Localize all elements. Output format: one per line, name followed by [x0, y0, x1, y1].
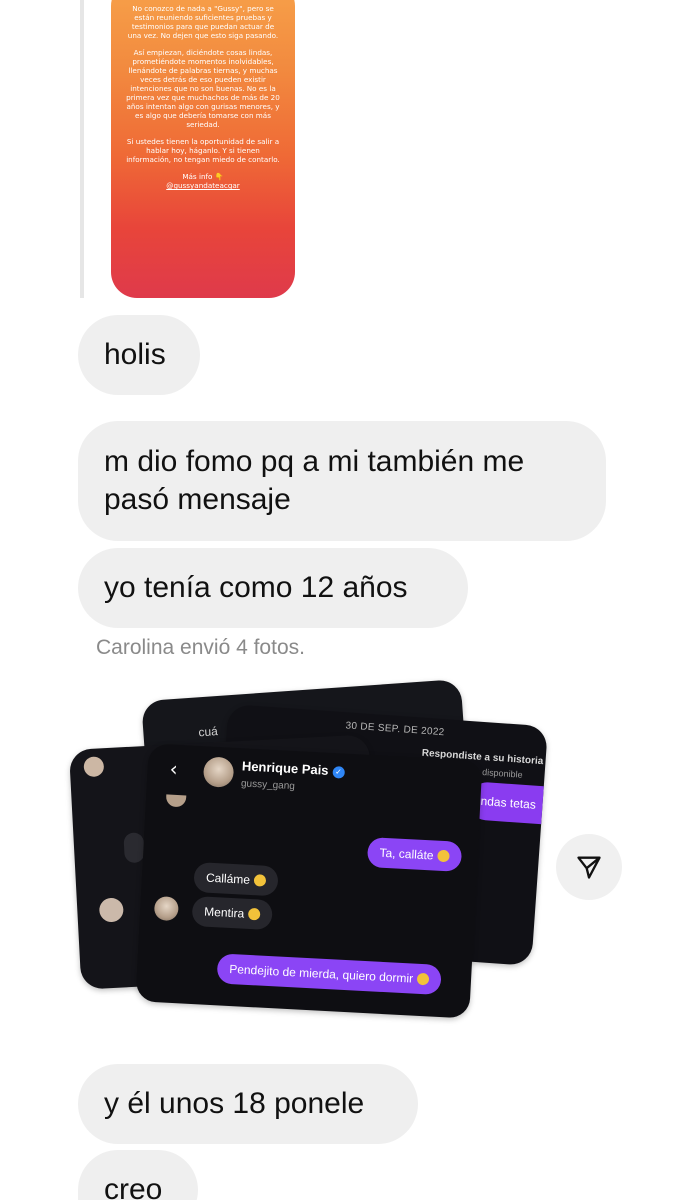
photo-thumbnail-front[interactable]: ‹ Henrique Pais ✓ gussy_gang Ta, calláte …	[135, 743, 483, 1019]
message-text: holis	[104, 338, 166, 371]
avatar	[83, 756, 105, 778]
message-text: m dio fomo pq a mi también me pasó mensa…	[104, 445, 525, 516]
contact-username: gussy_gang	[240, 778, 296, 793]
message-text: Pendejito de mierda, quiero dormir	[228, 961, 414, 986]
story-text-1: No conozco de nada a "Gussy", pero se es…	[127, 4, 279, 40]
contact-name-text: Henrique Pais	[241, 758, 329, 778]
photo-message-bubble: ndas tetas	[469, 781, 548, 827]
avatar	[153, 895, 179, 922]
avatar	[165, 794, 187, 808]
message-bubble[interactable]: creo	[78, 1150, 198, 1200]
contact-name: Henrique Pais ✓	[241, 758, 345, 779]
chat-screen: No conozco de nada a "Gussy", pero se es…	[0, 0, 699, 1200]
verified-badge-icon: ✓	[332, 766, 345, 779]
photo-message-text: ndas tetas	[480, 793, 537, 812]
story-more-info: Más info 👇	[182, 172, 224, 181]
message-bubble[interactable]: y él unos 18 ponele	[78, 1064, 418, 1144]
message-text: creo	[104, 1173, 163, 1200]
photo-text: cuá	[198, 724, 219, 740]
received-message: Calláme	[193, 861, 279, 897]
message-text: Ta, calláte	[379, 845, 434, 863]
story-text-2: Así empiezan, diciéndote cosas lindas, p…	[126, 48, 280, 129]
emoji-icon	[253, 874, 267, 887]
back-arrow-icon: ‹	[169, 756, 179, 781]
sent-message: Pendejito de mierda, quiero dormir	[216, 953, 442, 996]
message-text: Mentira	[203, 904, 245, 921]
message-bubble[interactable]: yo tenía como 12 años	[78, 548, 468, 628]
avatar	[202, 756, 235, 788]
reply-indicator-line	[80, 0, 84, 298]
message-text: y él unos 18 ponele	[104, 1087, 365, 1120]
emoji-icon	[247, 907, 261, 921]
message-bubble[interactable]: m dio fomo pq a mi también me pasó mensa…	[78, 421, 606, 541]
emoji-icon	[416, 972, 430, 986]
photos-sent-note: Carolina envió 4 fotos.	[96, 636, 305, 659]
message-text: yo tenía como 12 años	[104, 571, 408, 604]
send-icon	[577, 856, 601, 879]
shared-story-preview[interactable]: No conozco de nada a "Gussy", pero se es…	[111, 0, 295, 298]
photo-date: 30 DE SEP. DE 2022	[345, 720, 445, 739]
story-handle[interactable]: @gussyandateacgar	[125, 181, 281, 190]
story-text-3: Si ustedes tienen la oportunidad de sali…	[126, 137, 280, 164]
sent-message: Ta, calláte	[366, 837, 463, 872]
emoji-icon	[437, 849, 450, 863]
photo-message-bubble	[123, 832, 145, 864]
message-text: Calláme	[205, 870, 251, 887]
received-message: Mentira	[191, 895, 273, 931]
message-bubble[interactable]: holis	[78, 315, 200, 395]
share-button[interactable]	[556, 834, 622, 900]
avatar	[98, 897, 124, 923]
